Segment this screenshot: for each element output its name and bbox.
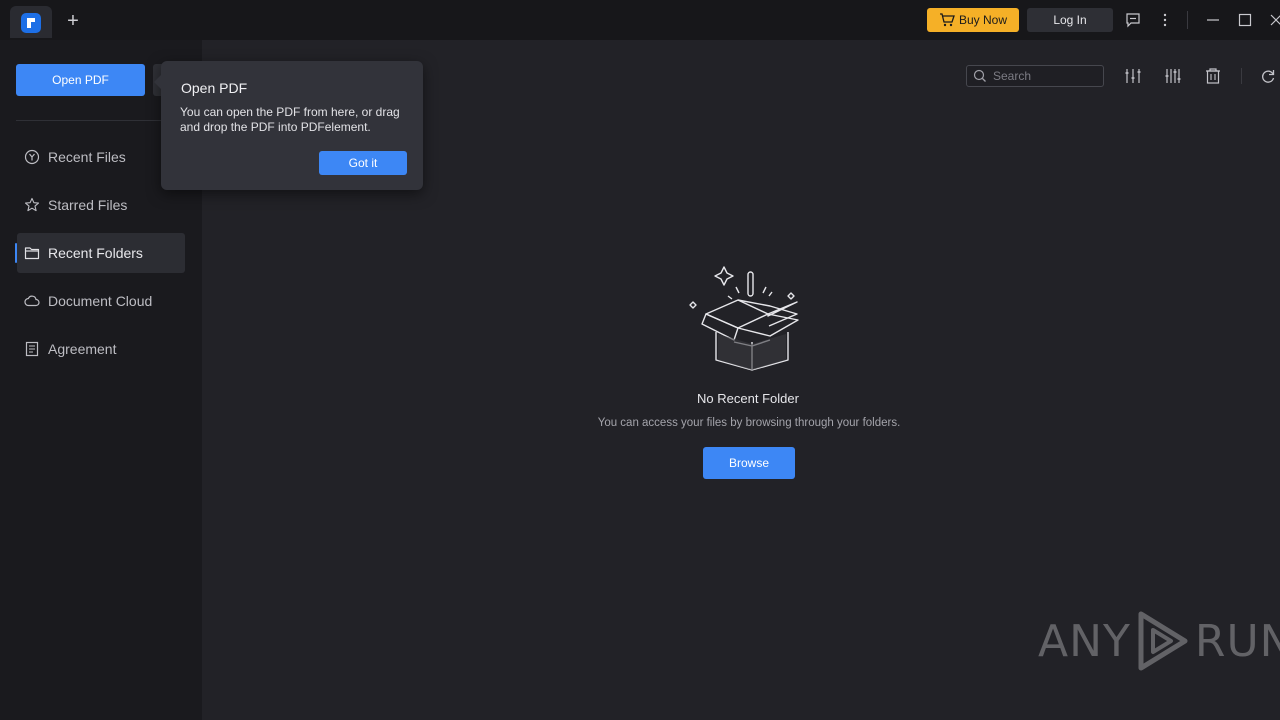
- filter-icon[interactable]: [1163, 66, 1183, 86]
- clock-icon: [24, 149, 40, 165]
- close-icon[interactable]: [1266, 10, 1280, 30]
- toolbar-divider: [1241, 68, 1242, 84]
- watermark-text-right: RUN: [1194, 615, 1280, 667]
- sidebar-item-label: Agreement: [48, 341, 117, 357]
- sidebar-item-document-cloud[interactable]: Document Cloud: [17, 281, 185, 321]
- sidebar-item-label: Document Cloud: [48, 293, 153, 309]
- minimize-icon[interactable]: [1203, 10, 1223, 30]
- sidebar-item-label: Recent Folders: [48, 245, 143, 261]
- tooltip-title: Open PDF: [181, 80, 248, 96]
- sidebar-item-starred-files[interactable]: Starred Files: [17, 185, 185, 225]
- refresh-icon[interactable]: [1258, 66, 1278, 86]
- search-input[interactable]: Search: [966, 65, 1104, 87]
- empty-box-illustration-icon: [684, 262, 804, 374]
- buy-now-button[interactable]: Buy Now: [927, 8, 1019, 32]
- open-pdf-button[interactable]: Open PDF: [16, 64, 145, 96]
- cloud-icon: [24, 293, 40, 309]
- trash-icon[interactable]: [1203, 66, 1223, 86]
- sort-icon[interactable]: [1123, 66, 1143, 86]
- watermark-text-left: ANY: [1038, 615, 1131, 667]
- folder-icon: [24, 245, 40, 261]
- sidebar-item-recent-files[interactable]: Recent Files: [17, 137, 185, 177]
- search-placeholder: Search: [993, 69, 1032, 83]
- app-home-tab[interactable]: [10, 6, 52, 38]
- star-icon: [24, 197, 40, 213]
- feedback-icon[interactable]: [1123, 10, 1143, 30]
- buy-now-label: Buy Now: [958, 13, 1008, 27]
- empty-state-title: No Recent Folder: [697, 391, 799, 406]
- document-icon: [24, 341, 40, 357]
- sidebar-item-agreement[interactable]: Agreement: [17, 329, 185, 369]
- log-in-button[interactable]: Log In: [1027, 8, 1113, 32]
- sidebar-item-label: Recent Files: [48, 149, 126, 165]
- browse-button[interactable]: Browse: [703, 447, 795, 479]
- play-logo-icon: [1138, 611, 1188, 671]
- title-bar: + Buy Now Log In: [0, 0, 1280, 40]
- got-it-button[interactable]: Got it: [319, 151, 407, 175]
- cart-icon: [939, 13, 955, 27]
- titlebar-divider: [1187, 11, 1188, 29]
- tooltip-text: You can open the PDF from here, or drag …: [180, 105, 400, 134]
- sidebar-item-label: Starred Files: [48, 197, 128, 213]
- more-options-icon[interactable]: [1155, 10, 1175, 30]
- pdfelement-logo-icon: [21, 13, 41, 33]
- sidebar-item-recent-folders[interactable]: Recent Folders: [15, 233, 185, 273]
- open-pdf-tooltip: Open PDF You can open the PDF from here,…: [154, 61, 423, 190]
- new-tab-button[interactable]: +: [63, 11, 83, 31]
- search-icon: [973, 69, 986, 82]
- anyrun-watermark: ANY RUN: [1038, 608, 1280, 674]
- maximize-icon[interactable]: [1235, 10, 1255, 30]
- empty-state-subtitle: You can access your files by browsing th…: [597, 417, 901, 429]
